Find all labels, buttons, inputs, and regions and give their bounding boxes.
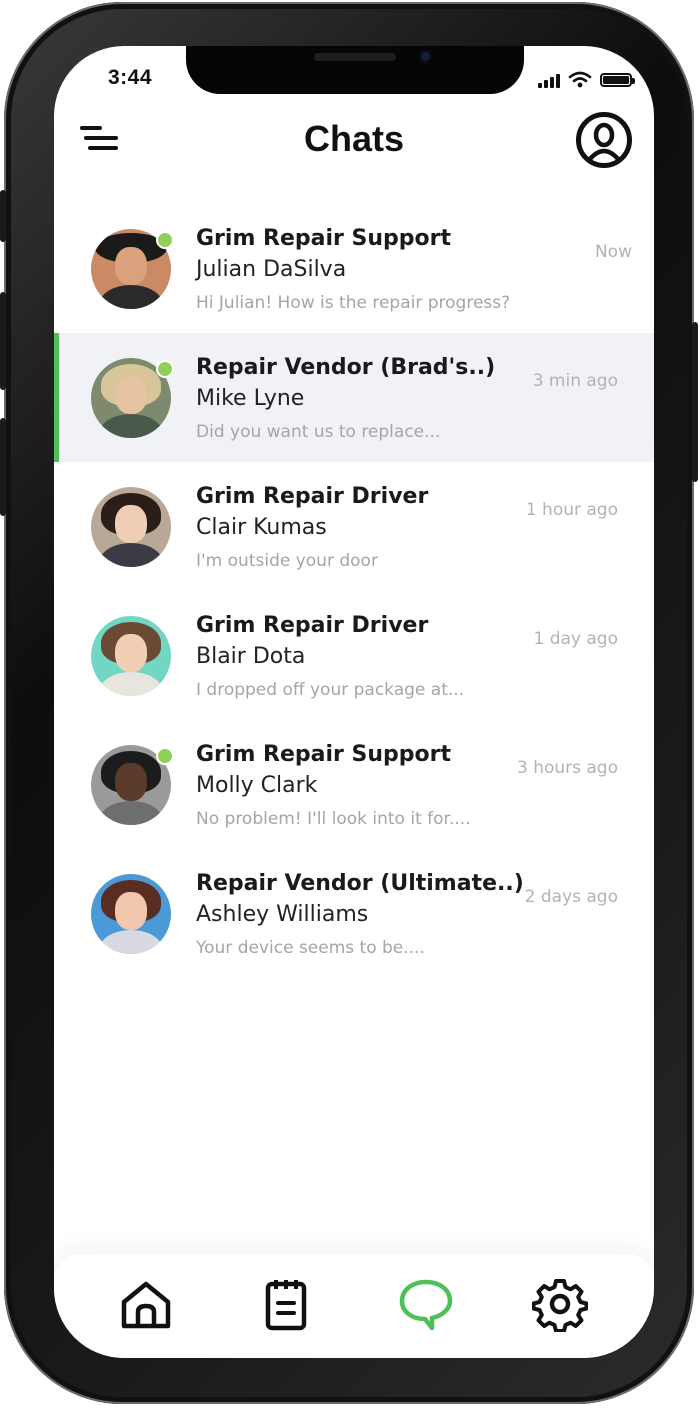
chat-time: 2 days ago [524, 887, 618, 907]
phone-screen: 3:44 Chats Grim Repair Support Julian Da… [54, 46, 654, 1358]
online-indicator [156, 231, 174, 249]
tab-bar [54, 1254, 654, 1358]
chat-time: 3 hours ago [516, 758, 618, 778]
gear-icon [531, 1279, 589, 1333]
volume-up-button [0, 292, 6, 390]
avatar [91, 616, 171, 696]
chat-time: Now [594, 242, 632, 262]
header: Chats [54, 106, 654, 176]
chat-title: Grim Repair Driver [196, 613, 429, 638]
phone-frame: 3:44 Chats Grim Repair Support Julian Da… [0, 2, 698, 1404]
profile-button[interactable] [576, 112, 632, 168]
message-preview: I'm outside your door [196, 551, 378, 571]
message-preview: Did you want us to replace... [196, 422, 441, 442]
chat-item[interactable]: Grim Repair Driver Blair Dota I dropped … [54, 591, 654, 720]
home-icon [121, 1281, 171, 1329]
chat-item[interactable]: Repair Vendor (Ultimate..) Ashley Willia… [54, 849, 654, 978]
chat-title: Repair Vendor (Ultimate..) [196, 871, 524, 896]
chat-title: Grim Repair Driver [196, 484, 429, 509]
chat-title: Grim Repair Support [196, 742, 452, 767]
front-camera [418, 49, 433, 64]
cellular-signal-icon [538, 73, 560, 88]
contact-name: Clair Kumas [196, 515, 327, 540]
power-button [692, 322, 698, 482]
status-icons [538, 70, 635, 90]
notch [186, 46, 524, 94]
chat-item[interactable]: Grim Repair Driver Clair Kumas I'm outsi… [54, 462, 654, 591]
page-title: Chats [303, 118, 405, 159]
contact-name: Ashley Williams [196, 902, 369, 927]
chat-item[interactable]: Grim Repair Support Julian DaSilva Hi Ju… [54, 204, 654, 333]
message-preview: Hi Julian! How is the repair progress? [196, 293, 511, 313]
mute-switch [0, 190, 6, 242]
tab-chats[interactable] [398, 1276, 454, 1332]
wifi-icon [568, 71, 592, 88]
tab-notes[interactable] [258, 1276, 314, 1332]
contact-name: Molly Clark [196, 773, 318, 798]
chat-list: Grim Repair Support Julian DaSilva Hi Ju… [54, 204, 654, 978]
message-preview: Your device seems to be.... [196, 938, 425, 958]
chat-title: Repair Vendor (Brad's..) [196, 355, 496, 380]
tab-settings[interactable] [531, 1276, 589, 1333]
contact-name: Julian DaSilva [196, 257, 347, 282]
chat-title: Grim Repair Support [196, 226, 452, 251]
chat-time: 1 hour ago [525, 500, 618, 520]
speaker-grille [314, 53, 396, 61]
notepad-icon [265, 1280, 307, 1331]
avatar [91, 874, 171, 954]
chat-time: 3 min ago [532, 371, 618, 391]
chat-time: 1 day ago [533, 629, 618, 649]
tab-home[interactable] [118, 1276, 174, 1332]
online-indicator [156, 360, 174, 378]
avatar [91, 487, 171, 567]
chat-item[interactable]: Grim Repair Support Molly Clark No probl… [54, 720, 654, 849]
message-preview: No problem! I'll look into it for.... [196, 809, 471, 829]
user-icon [588, 122, 620, 161]
chat-bubble-icon [399, 1279, 453, 1331]
message-preview: I dropped off your package at... [196, 680, 465, 700]
contact-name: Blair Dota [196, 644, 306, 669]
battery-icon [600, 73, 635, 87]
online-indicator [156, 747, 174, 765]
contact-name: Mike Lyne [196, 386, 305, 411]
volume-down-button [0, 418, 6, 516]
status-time: 3:44 [108, 66, 153, 89]
chat-item[interactable]: Repair Vendor (Brad's..) Mike Lyne Did y… [54, 333, 654, 462]
